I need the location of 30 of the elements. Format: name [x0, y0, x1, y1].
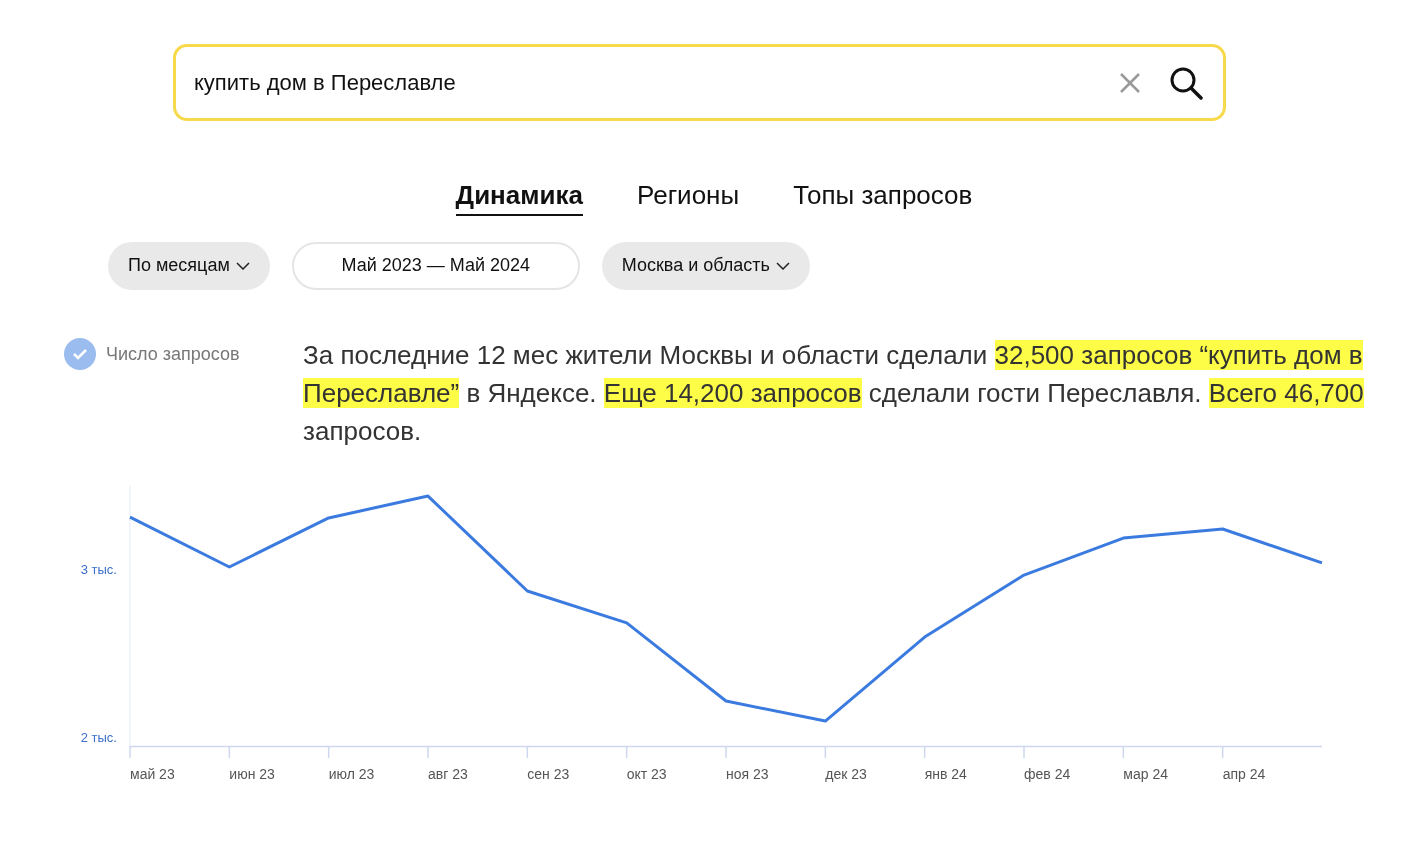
- x-tick-label: мар 24: [1123, 765, 1168, 782]
- tab[interactable]: Динамика: [455, 179, 583, 216]
- x-tick-label: янв 24: [924, 765, 967, 782]
- close-icon[interactable]: [1119, 71, 1141, 94]
- search-query: купить дом в Переславле: [194, 69, 457, 97]
- x-tick-label: июл 23: [328, 765, 375, 782]
- search-icon[interactable]: [1169, 65, 1203, 100]
- tab[interactable]: Регионы: [636, 179, 740, 216]
- x-tick-label: апр 24: [1222, 765, 1266, 782]
- x-tick-label: авг 23: [428, 765, 468, 782]
- date-range-button[interactable]: Май 2023 — Май 2024: [291, 241, 580, 290]
- chevron-down-icon: [235, 261, 250, 270]
- chevron-down-icon: [775, 261, 790, 270]
- dropdown-button[interactable]: По месяцам: [108, 241, 270, 290]
- x-tick-label: июн 23: [229, 765, 275, 782]
- legend-checkbox[interactable]: [64, 337, 96, 370]
- dropdown-button[interactable]: Москва и область: [601, 241, 810, 290]
- x-tick-label: фев 24: [1024, 765, 1071, 782]
- checkmark-icon: [72, 347, 88, 360]
- summary-text: За последние 12 мес жители Москвы и области сделали 32,500 запросов “купить дом в Переславле” в Яндексе. Еще 14,200 запросов сделали гости Переславля. Всего 46,700 запросов.: [303, 338, 1365, 448]
- x-tick-label: ноя 23: [726, 765, 769, 782]
- legend-label: Число запросов: [106, 342, 240, 366]
- tab[interactable]: Топы запросов: [793, 179, 973, 216]
- x-tick-label: дек 23: [825, 765, 867, 782]
- x-tick-label: окт 23: [626, 765, 667, 782]
- y-tick-label: 3 тыс.: [80, 561, 117, 577]
- y-tick-label: 2 тыс.: [80, 729, 117, 745]
- x-tick-label: май 23: [130, 765, 175, 782]
- x-tick-label: сен 23: [527, 765, 570, 782]
- search-field[interactable]: купить дом в Переславле: [173, 44, 1226, 121]
